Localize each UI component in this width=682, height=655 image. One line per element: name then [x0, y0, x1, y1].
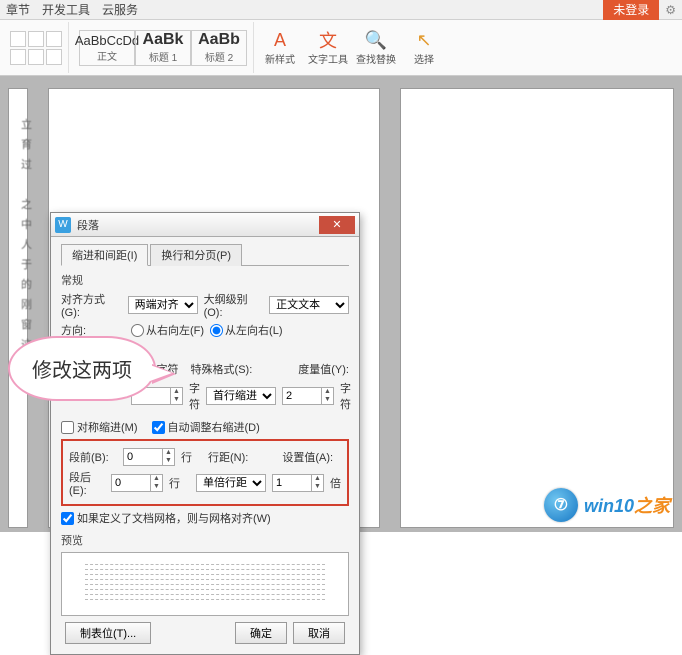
win10-logo-icon: ⑦: [544, 488, 578, 522]
select-button[interactable]: ↖ 选择: [402, 22, 446, 73]
win10-text-b: 之家: [634, 496, 670, 516]
callout-text: 修改这两项: [32, 360, 132, 382]
close-button[interactable]: ✕: [319, 216, 355, 234]
app-icon: W: [55, 217, 71, 233]
new-style-icon: A: [269, 29, 291, 51]
section-preview: 预览: [61, 532, 349, 548]
style-heading1[interactable]: AaBk 标题 1: [135, 30, 191, 66]
find-replace-button[interactable]: 🔍 查找替换: [354, 22, 398, 73]
ribbon-align-group: [4, 22, 69, 73]
special-label: 特殊格式(S):: [191, 361, 253, 377]
snap-to-grid-checkbox[interactable]: 如果定义了文档网格，则与网格对齐(W): [61, 510, 271, 526]
tab-line-page-breaks[interactable]: 换行和分页(P): [150, 244, 242, 266]
select-label: 选择: [414, 51, 434, 66]
line-unit: 行: [181, 449, 192, 465]
before-label: 段前(B):: [69, 449, 117, 465]
setting-spin[interactable]: ▲▼: [272, 474, 324, 492]
preview-box: [61, 552, 349, 616]
border-icon[interactable]: [46, 49, 62, 65]
tabstops-button[interactable]: 制表位(T)...: [65, 622, 151, 644]
sogou-ring-icon: S: [556, 439, 582, 465]
ribbon-toolbar: AaBbCcDd 正文 AaBk 标题 1 AaBb 标题 2 A 新样式 文 …: [0, 20, 682, 76]
setting-label: 设置值(A):: [282, 449, 333, 465]
select-cursor-icon: ↖: [413, 29, 435, 51]
login-badge[interactable]: 未登录: [603, 0, 659, 20]
mirror-indent-checkbox[interactable]: 对称缩进(M): [61, 419, 138, 435]
win10-watermark: ⑦ win10之家: [544, 488, 670, 522]
find-replace-icon: 🔍: [365, 29, 387, 51]
after-spin[interactable]: ▲▼: [111, 474, 163, 492]
text-tools-icon: 文: [317, 29, 339, 51]
style-gallery: AaBbCcDd 正文 AaBk 标题 1 AaBb 标题 2: [73, 22, 254, 73]
sogou-watermark: S 搜狗指南: [556, 437, 666, 466]
before-spin[interactable]: ▲▼: [123, 448, 175, 466]
style-label: 标题 1: [149, 49, 177, 64]
cancel-button[interactable]: 取消: [293, 622, 345, 644]
align-center-icon[interactable]: [28, 31, 44, 47]
align-label: 对齐方式(G):: [61, 291, 122, 319]
char-unit2: 字符: [189, 380, 200, 412]
style-heading2[interactable]: AaBb 标题 2: [191, 30, 247, 66]
new-style-label: 新样式: [265, 51, 295, 66]
metric-label: 度量值(Y):: [298, 361, 349, 377]
align-select[interactable]: 两端对齐: [128, 296, 198, 314]
auto-right-indent-checkbox[interactable]: 自动调整右缩进(D): [152, 419, 260, 435]
settings-gear-icon[interactable]: ⚙: [659, 3, 682, 17]
tab-indent-spacing[interactable]: 缩进和间距(I): [61, 244, 148, 266]
style-label: 正文: [97, 48, 117, 63]
style-sample: AaBb: [198, 31, 240, 49]
multiple-unit: 倍: [330, 475, 341, 491]
style-normal[interactable]: AaBbCcDd 正文: [79, 30, 135, 66]
align-left-icon[interactable]: [10, 31, 26, 47]
style-sample: AaBbCcDd: [75, 33, 139, 48]
metric-spin[interactable]: ▲▼: [282, 387, 334, 405]
menu-bar: 章节 开发工具 云服务 未登录 ⚙: [0, 0, 682, 20]
text-tools-label: 文字工具: [308, 51, 348, 66]
style-sample: AaBk: [143, 31, 184, 49]
paragraph-dialog: W 段落 ✕ 缩进和间距(I) 换行和分页(P) 常规 对齐方式(G): 两端对…: [50, 212, 360, 655]
new-style-button[interactable]: A 新样式: [258, 22, 302, 73]
win10-text-a: win10: [584, 496, 634, 516]
document-area: 立 育 过 之 中 人 于 的 刚 窗 这 创 迹 W 段落 ✕ 缩进和间距(I…: [0, 76, 682, 532]
dialog-body: 缩进和间距(I) 换行和分页(P) 常规 对齐方式(G): 两端对齐 大纲级别(…: [51, 237, 359, 654]
spacing-highlight: 段前(B): ▲▼ 行 行距(N): 设置值(A): 段后(E): ▲▼ 行 单…: [61, 439, 349, 506]
dialog-titlebar[interactable]: W 段落 ✕: [51, 213, 359, 237]
dialog-tabs: 缩进和间距(I) 换行和分页(P): [61, 243, 349, 266]
ok-button[interactable]: 确定: [235, 622, 287, 644]
char-unit3: 字符: [340, 380, 351, 412]
dir-ltr-radio[interactable]: 从左向右(L): [210, 322, 282, 338]
annotation-callout: 修改这两项: [8, 336, 156, 401]
menu-devtools[interactable]: 开发工具: [42, 1, 90, 18]
url-watermark: www.2016win10.com: [538, 474, 668, 488]
style-label: 标题 2: [205, 49, 233, 64]
sogou-text: 搜狗指南: [586, 437, 666, 466]
special-select[interactable]: 首行缩进: [206, 387, 276, 405]
outline-select[interactable]: 正文文本: [269, 296, 349, 314]
section-general: 常规: [61, 272, 349, 288]
dialog-footer: 制表位(T)... 确定 取消: [61, 616, 349, 646]
menu-section[interactable]: 章节: [6, 1, 30, 18]
align-right-icon[interactable]: [46, 31, 62, 47]
text-tools-button[interactable]: 文 文字工具: [306, 22, 350, 73]
indent-inc-icon[interactable]: [28, 49, 44, 65]
after-label: 段后(E):: [69, 469, 105, 497]
dialog-title: 段落: [77, 217, 319, 233]
line-unit2: 行: [169, 475, 180, 491]
menu-cloud[interactable]: 云服务: [102, 1, 138, 18]
page-prev: 立 育 过 之 中 人 于 的 刚 窗 这 创 迹: [8, 88, 28, 528]
indent-dec-icon[interactable]: [10, 49, 26, 65]
line-spacing-select[interactable]: 单倍行距: [196, 474, 266, 492]
outline-label: 大纲级别(O):: [204, 291, 264, 319]
line-spacing-label: 行距(N):: [208, 449, 248, 465]
find-replace-label: 查找替换: [356, 51, 396, 66]
